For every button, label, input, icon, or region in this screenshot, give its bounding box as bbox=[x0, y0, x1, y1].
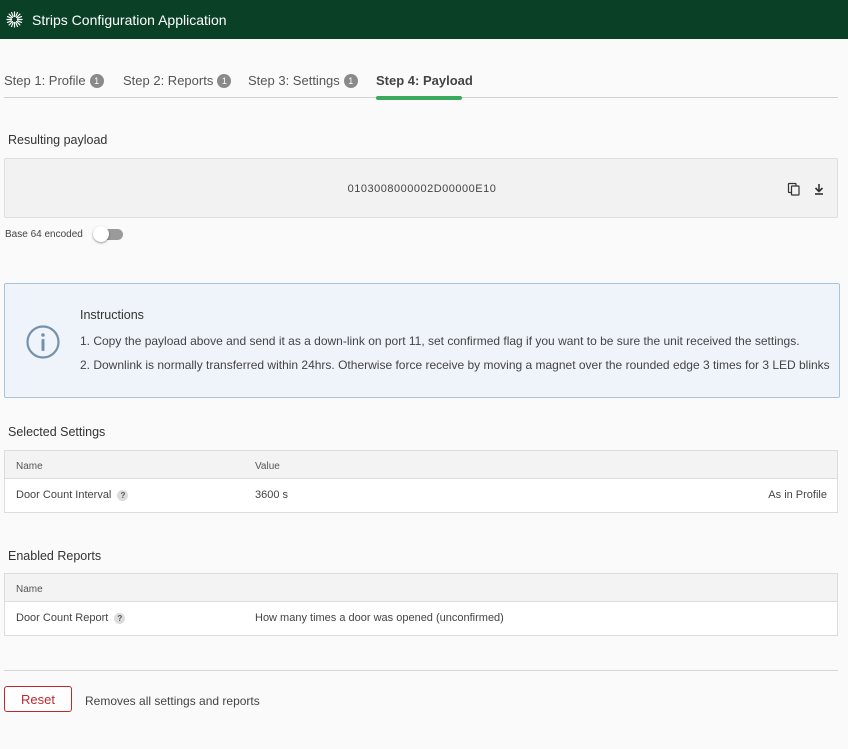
payload-section-title: Resulting payload bbox=[8, 133, 108, 147]
table-row: Door Count Report ? How many times a doo… bbox=[5, 602, 837, 635]
help-icon[interactable]: ? bbox=[117, 489, 129, 501]
instructions-title: Instructions bbox=[80, 308, 144, 322]
tab-label: Step 2: Reports bbox=[123, 73, 214, 88]
setting-value: 3600 s bbox=[255, 489, 289, 501]
instruction-line: 1. Copy the payload above and send it as… bbox=[80, 334, 800, 348]
sunburst-logo-icon bbox=[6, 11, 23, 28]
report-name-cell: Door Count Report ? bbox=[16, 612, 126, 624]
base64-toggle-row: Base 64 encoded bbox=[5, 226, 123, 242]
tab-count-badge: 1 bbox=[343, 73, 358, 88]
report-name: Door Count Report bbox=[16, 612, 109, 624]
help-icon[interactable]: ? bbox=[114, 612, 126, 624]
app-title: Strips Configuration Application bbox=[32, 11, 227, 28]
toggle-knob bbox=[92, 226, 109, 242]
enabled-reports-title: Enabled Reports bbox=[8, 549, 102, 563]
report-description: How many times a door was opened (unconf… bbox=[255, 612, 504, 624]
app-header: Strips Configuration Application bbox=[0, 0, 848, 39]
reset-button[interactable]: Reset bbox=[4, 686, 72, 712]
table-row: Door Count Interval ? 3600 s As in Profi… bbox=[5, 479, 837, 512]
instruction-line: 2. Downlink is normally transferred with… bbox=[80, 358, 830, 372]
column-header-name: Name bbox=[16, 461, 43, 472]
tab-label: Step 4: Payload bbox=[376, 73, 473, 88]
instructions-box: Instructions 1. Copy the payload above a… bbox=[4, 283, 840, 398]
enabled-reports-table: Name Door Count Report ? How many times … bbox=[4, 573, 838, 636]
base64-toggle[interactable] bbox=[92, 226, 123, 242]
payload-value[interactable]: 0103008000002D00000E10 bbox=[5, 183, 839, 195]
tab-profile[interactable]: Step 1: Profile 1 bbox=[4, 73, 104, 88]
setting-name-cell: Door Count Interval ? bbox=[16, 489, 129, 501]
download-icon[interactable] bbox=[811, 181, 827, 197]
payload-box: 0103008000002D00000E10 bbox=[4, 158, 838, 218]
base64-toggle-label: Base 64 encoded bbox=[5, 228, 83, 240]
tab-settings[interactable]: Step 3: Settings 1 bbox=[248, 73, 358, 88]
copy-icon[interactable] bbox=[786, 181, 802, 197]
tab-reports[interactable]: Step 2: Reports 1 bbox=[123, 73, 232, 88]
tab-label: Step 3: Settings bbox=[248, 73, 340, 88]
setting-source: As in Profile bbox=[768, 489, 827, 501]
tab-label: Step 1: Profile bbox=[4, 73, 86, 88]
tab-count-badge: 1 bbox=[89, 73, 104, 88]
setting-name: Door Count Interval bbox=[16, 489, 112, 501]
footer-divider bbox=[4, 670, 838, 671]
active-tab-indicator bbox=[376, 96, 462, 100]
table-header: Name Value bbox=[5, 451, 837, 479]
tab-count-badge: 1 bbox=[217, 73, 232, 88]
table-header: Name bbox=[5, 574, 837, 602]
tab-payload[interactable]: Step 4: Payload bbox=[376, 73, 473, 88]
info-icon bbox=[26, 325, 60, 359]
step-tabs: Step 1: Profile 1 Step 2: Reports 1 Step… bbox=[4, 65, 838, 100]
column-header-name: Name bbox=[16, 584, 43, 595]
selected-settings-table: Name Value Door Count Interval ? 3600 s … bbox=[4, 450, 838, 513]
selected-settings-title: Selected Settings bbox=[8, 425, 106, 439]
column-header-value: Value bbox=[255, 461, 280, 472]
reset-description: Removes all settings and reports bbox=[85, 694, 260, 708]
